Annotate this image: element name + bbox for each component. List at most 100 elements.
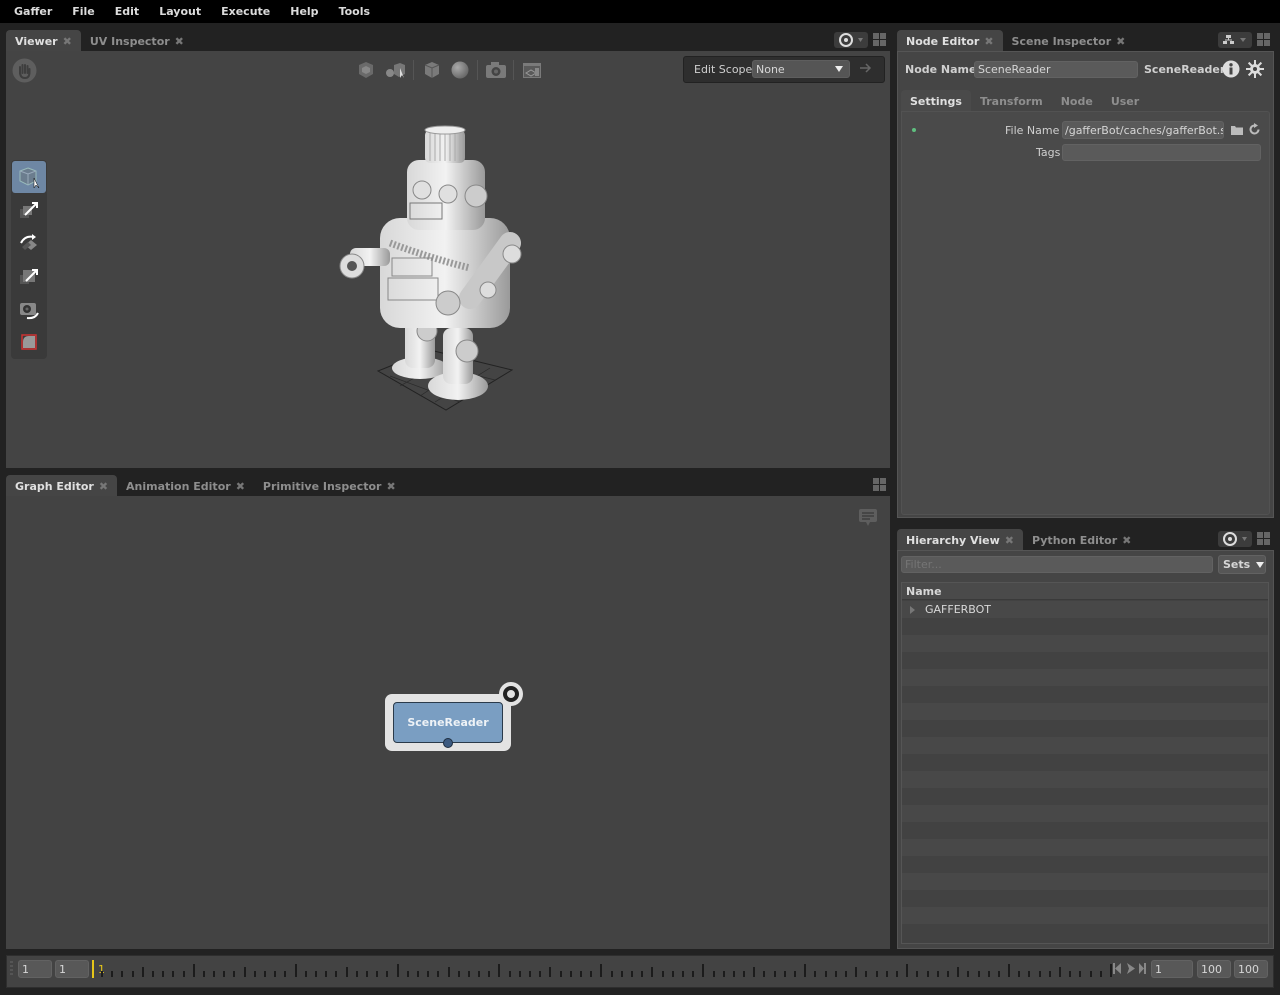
end-field[interactable]: 100 bbox=[1197, 960, 1231, 978]
timeline-tick bbox=[967, 971, 970, 977]
file-name-field[interactable]: /gafferBot/caches/gafferBot.scc bbox=[1062, 121, 1224, 139]
grid-icon[interactable] bbox=[522, 60, 542, 80]
section-label: Transform bbox=[979, 94, 1043, 108]
tab-python-editor[interactable]: Python Editor ✖ bbox=[1023, 529, 1140, 551]
tree-row-empty bbox=[902, 618, 1268, 635]
close-icon[interactable]: ✖ bbox=[1122, 534, 1131, 547]
sets-dropdown[interactable]: Sets bbox=[1218, 555, 1266, 574]
section-user[interactable]: User bbox=[1102, 90, 1148, 112]
section-transform[interactable]: Transform bbox=[971, 90, 1052, 112]
tab-node-editor[interactable]: Node Editor ✖ bbox=[897, 30, 1003, 52]
timeline-tick bbox=[814, 971, 817, 977]
timeline-tick bbox=[498, 964, 501, 977]
timeline-tick bbox=[182, 971, 185, 977]
translate-tool[interactable] bbox=[12, 194, 46, 226]
node-editor-focus-menu-button[interactable] bbox=[1218, 32, 1252, 48]
close-icon[interactable]: ✖ bbox=[1005, 534, 1014, 547]
tree-row-empty bbox=[902, 873, 1268, 890]
tab-uv-inspector[interactable]: UV Inspector ✖ bbox=[81, 30, 193, 52]
current-frame-marker[interactable] bbox=[92, 960, 94, 978]
section-node[interactable]: Node bbox=[1052, 90, 1102, 112]
crop-window-tool[interactable] bbox=[12, 326, 46, 358]
menu-layout[interactable]: Layout bbox=[159, 5, 201, 18]
node-output-plug[interactable] bbox=[443, 738, 453, 748]
timeline-tick bbox=[845, 971, 847, 977]
annotation-icon[interactable] bbox=[858, 507, 878, 527]
rotate-tool[interactable] bbox=[12, 227, 46, 259]
expand-arrow-icon[interactable] bbox=[909, 605, 917, 614]
menu-file[interactable]: File bbox=[72, 5, 95, 18]
column-header-name[interactable]: Name bbox=[902, 583, 1268, 600]
menu-gaffer[interactable]: Gaffer bbox=[14, 5, 52, 18]
close-icon[interactable]: ✖ bbox=[63, 35, 72, 48]
tab-primitive-inspector[interactable]: Primitive Inspector ✖ bbox=[254, 475, 405, 497]
close-icon[interactable]: ✖ bbox=[386, 480, 395, 493]
close-icon[interactable]: ✖ bbox=[236, 480, 245, 493]
close-icon[interactable]: ✖ bbox=[1116, 35, 1125, 48]
tree-row-empty bbox=[902, 703, 1268, 720]
layout-grid-icon[interactable] bbox=[1257, 33, 1271, 47]
focus-node-icon[interactable] bbox=[498, 681, 524, 707]
drag-handle[interactable] bbox=[10, 961, 13, 977]
selection-mask-icon[interactable] bbox=[356, 60, 376, 80]
layout-grid-icon[interactable] bbox=[873, 33, 887, 47]
hierarchy-target-menu-button[interactable] bbox=[1218, 531, 1252, 547]
hand-icon[interactable] bbox=[12, 58, 37, 83]
menu-execute[interactable]: Execute bbox=[221, 5, 270, 18]
select-tool[interactable] bbox=[12, 161, 46, 193]
camera-tool[interactable] bbox=[12, 293, 46, 325]
timeline-tick bbox=[294, 964, 297, 977]
timeline-tick bbox=[315, 971, 318, 977]
timeline-tick bbox=[763, 971, 766, 977]
tab-hierarchy-view[interactable]: Hierarchy View ✖ bbox=[897, 529, 1023, 551]
filter-input[interactable] bbox=[901, 556, 1213, 573]
gear-icon[interactable] bbox=[1246, 60, 1264, 78]
timeline-tick bbox=[488, 971, 491, 977]
tab-label: Animation Editor bbox=[126, 479, 231, 493]
timeline-tick bbox=[559, 971, 562, 977]
timeline-tick bbox=[121, 971, 124, 977]
scale-tool[interactable] bbox=[12, 260, 46, 292]
tab-graph-editor[interactable]: Graph Editor ✖ bbox=[6, 475, 118, 497]
start-min-field[interactable]: 1 bbox=[18, 960, 52, 978]
timeline-tick bbox=[875, 971, 878, 977]
end-max-field[interactable]: 100 bbox=[1234, 960, 1268, 978]
start-field[interactable]: 1 bbox=[55, 960, 89, 978]
tree-row-empty bbox=[902, 839, 1268, 856]
tab-scene-inspector[interactable]: Scene Inspector ✖ bbox=[1003, 30, 1135, 52]
arrow-right-icon[interactable] bbox=[859, 62, 873, 74]
folder-icon[interactable] bbox=[1231, 124, 1243, 135]
file-name-value: /gafferBot/caches/gafferBot.scc bbox=[1065, 123, 1224, 137]
node-name-field[interactable]: SceneReader bbox=[974, 61, 1138, 78]
robot-model[interactable] bbox=[330, 118, 530, 413]
timeline-tick bbox=[192, 964, 195, 977]
timeline-tick bbox=[1008, 964, 1011, 977]
timeline-tick bbox=[264, 971, 267, 977]
camera-icon[interactable] bbox=[485, 60, 507, 80]
section-settings[interactable]: Settings bbox=[901, 90, 971, 112]
tab-animation-editor[interactable]: Animation Editor ✖ bbox=[117, 475, 254, 497]
viewer-target-menu-button[interactable] bbox=[834, 32, 868, 48]
layout-grid-icon[interactable] bbox=[1257, 532, 1271, 546]
info-icon[interactable] bbox=[1222, 60, 1240, 78]
sphere-icon[interactable] bbox=[450, 60, 470, 80]
menu-help[interactable]: Help bbox=[290, 5, 318, 18]
tags-field[interactable] bbox=[1062, 144, 1261, 161]
close-icon[interactable]: ✖ bbox=[175, 35, 184, 48]
timeline-tick bbox=[977, 971, 980, 977]
tree-row-gafferbot[interactable]: GAFFERBOT bbox=[902, 601, 1268, 618]
shading-mode-icon[interactable] bbox=[385, 60, 407, 80]
tab-label: Node Editor bbox=[906, 34, 980, 48]
menu-edit[interactable]: Edit bbox=[115, 5, 139, 18]
section-label: Settings bbox=[910, 94, 962, 108]
tab-viewer[interactable]: Viewer ✖ bbox=[6, 30, 81, 52]
close-icon[interactable]: ✖ bbox=[984, 35, 993, 48]
refresh-icon[interactable] bbox=[1248, 123, 1261, 136]
menu-tools[interactable]: Tools bbox=[339, 5, 370, 18]
scenereader-node[interactable]: SceneReader bbox=[393, 702, 503, 743]
tree-row-empty bbox=[902, 890, 1268, 907]
wireframe-cube-icon[interactable] bbox=[422, 60, 442, 80]
frame-field[interactable]: 1 bbox=[1151, 960, 1193, 978]
close-icon[interactable]: ✖ bbox=[99, 480, 108, 493]
layout-grid-icon[interactable] bbox=[873, 478, 887, 492]
